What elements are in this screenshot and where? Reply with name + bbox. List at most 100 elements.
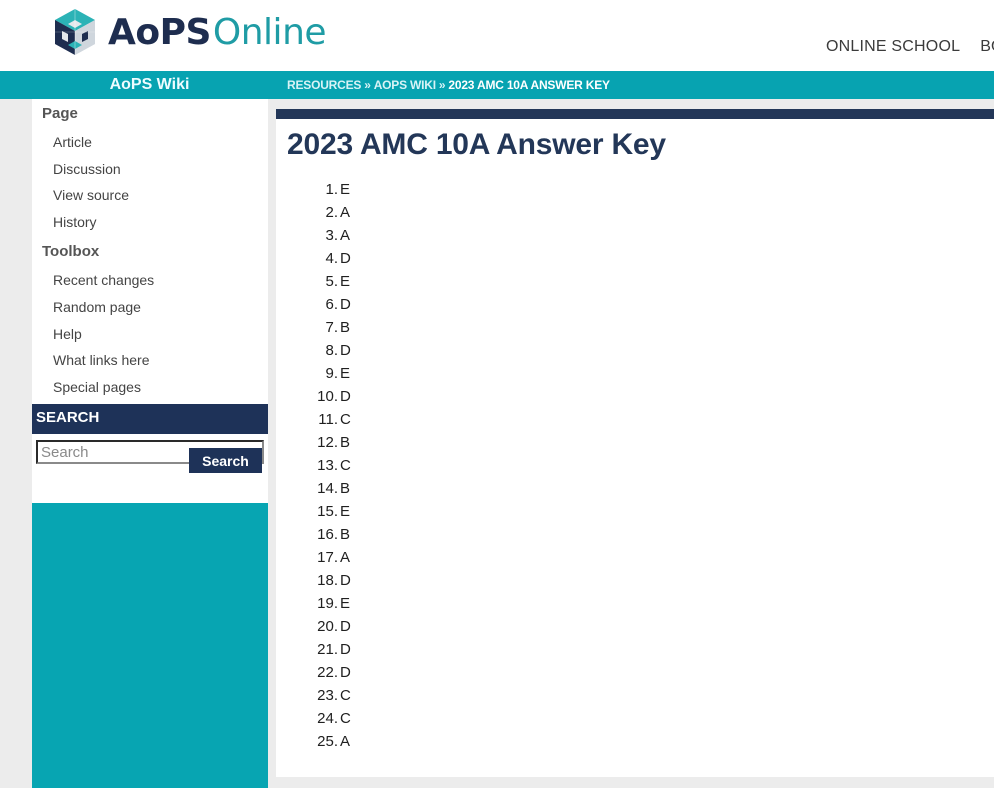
sidebar-item-what-links-here[interactable]: What links here (32, 347, 268, 374)
answer-number: 1. (325, 181, 338, 198)
aops-online-logo[interactable]: AoPSOnline (52, 7, 327, 57)
answer-letter: C (340, 687, 351, 704)
sidebar-item-history[interactable]: History (32, 209, 268, 236)
wiki-title[interactable]: AoPS Wiki (32, 71, 267, 99)
answer-number: 25. (317, 733, 338, 750)
answer-number: 11. (318, 411, 338, 428)
answer-item: 1. E (276, 179, 994, 202)
answer-letter: D (340, 618, 351, 635)
answer-item: 24. C (276, 708, 994, 731)
answer-number: 23. (317, 687, 338, 704)
answer-letter: B (340, 319, 351, 336)
answer-number: 8. (325, 342, 338, 359)
top-nav: ONLINE SCHOOL BOOKSTORE (826, 38, 994, 56)
answer-number: 12. (317, 434, 338, 451)
answer-item: 23. C (276, 685, 994, 708)
answer-letter: B (340, 526, 351, 543)
answer-letter: C (340, 710, 351, 727)
sidebar-item-help[interactable]: Help (32, 321, 268, 348)
answer-item: 7. B (276, 317, 994, 340)
answer-letter: D (340, 641, 351, 658)
answer-number: 19. (317, 595, 338, 612)
answer-number: 18. (317, 572, 338, 589)
nav-online-school[interactable]: ONLINE SCHOOL (826, 38, 960, 56)
search-form: Search (32, 434, 268, 503)
sidebar-item-special-pages[interactable]: Special pages (32, 374, 268, 401)
breadcrumb-separator: » (438, 78, 446, 92)
answer-item: 19. E (276, 593, 994, 616)
answer-item: 18. D (276, 570, 994, 593)
answer-number: 15. (317, 503, 338, 520)
answer-item: 5. E (276, 271, 994, 294)
answer-item: 15. E (276, 501, 994, 524)
sidebar: Page Article Discussion View source Hist… (32, 99, 268, 788)
sidebar-item-article[interactable]: Article (32, 129, 268, 156)
answer-item: 16. B (276, 524, 994, 547)
answer-letter: D (340, 664, 351, 681)
wiki-bar: AoPS Wiki RESOURCES» AOPS WIKI» 2023 AMC 1… (0, 71, 994, 99)
answer-number: 10. (317, 388, 338, 405)
answer-letter: D (340, 342, 351, 359)
breadcrumb-aops-wiki[interactable]: AOPS WIKI (374, 78, 436, 92)
logo-text-online: Online (212, 12, 327, 53)
answer-item: 4. D (276, 248, 994, 271)
answer-number: 7. (325, 319, 338, 336)
site-header: AoPSOnline ONLINE SCHOOL BOOKSTORE (0, 0, 994, 71)
answer-item: 9. E (276, 363, 994, 386)
sidebar-item-recent-changes[interactable]: Recent changes (32, 267, 268, 294)
answer-number: 14. (317, 480, 338, 497)
answer-item: 25. A (276, 731, 994, 754)
answer-letter: B (340, 480, 351, 497)
answer-number: 3. (325, 227, 338, 244)
answer-item: 13. C (276, 455, 994, 478)
answer-letter: D (340, 296, 351, 313)
content-top-border (276, 109, 994, 119)
answer-letter: B (340, 434, 351, 451)
breadcrumb: RESOURCES» AOPS WIKI» 2023 AMC 10A ANSWER … (287, 71, 610, 99)
answer-letter: A (340, 204, 351, 221)
logo-text-aops: AoPS (108, 12, 211, 53)
sidebar-menu: Page Article Discussion View source Hist… (32, 99, 268, 504)
answer-number: 16. (317, 526, 338, 543)
answer-letter: A (340, 227, 351, 244)
sidebar-heading-toolbox: Toolbox (42, 243, 100, 261)
answer-item: 22. D (276, 662, 994, 685)
sidebar-item-view-source[interactable]: View source (32, 182, 268, 209)
answer-letter: D (340, 250, 351, 267)
breadcrumb-current-page[interactable]: 2023 AMC 10A ANSWER KEY (448, 78, 610, 92)
answer-item: 12. B (276, 432, 994, 455)
answer-letter: E (340, 365, 351, 382)
answer-number: 4. (325, 250, 338, 267)
answer-number: 5. (325, 273, 338, 290)
answer-number: 20. (317, 618, 338, 635)
answer-number: 22. (317, 664, 338, 681)
answer-number: 21. (317, 641, 338, 658)
answer-item: 3. A (276, 225, 994, 248)
answer-item: 10. D (276, 386, 994, 409)
answer-number: 6. (325, 296, 338, 313)
answer-letter: A (340, 549, 351, 566)
nav-bookstore[interactable]: BOOKSTORE (980, 38, 994, 56)
search-button[interactable]: Search (189, 448, 262, 474)
search-heading: SEARCH (32, 404, 268, 435)
breadcrumb-resources[interactable]: RESOURCES (287, 78, 361, 92)
breadcrumb-separator: » (364, 78, 371, 92)
answer-number: 9. (325, 365, 338, 382)
answer-item: 17. A (276, 547, 994, 570)
answer-number: 24. (317, 710, 338, 727)
answer-item: 2. A (276, 202, 994, 225)
main-content: 2023 AMC 10A Answer Key 1. E 2. A 3. A 4. D 5. E 6… (276, 109, 994, 777)
answer-letter: D (340, 388, 351, 405)
answer-item: 21. D (276, 639, 994, 662)
answer-letter: E (340, 181, 351, 198)
answer-number: 17. (317, 549, 338, 566)
sidebar-item-random-page[interactable]: Random page (32, 294, 268, 321)
answer-number: 13. (317, 457, 338, 474)
answer-letter: A (340, 733, 351, 750)
sidebar-item-discussion[interactable]: Discussion (32, 156, 268, 183)
answer-list: 1. E 2. A 3. A 4. D 5. E 6. D 7. B 8. D 9. E 10. D 11. C 12. B 1… (276, 179, 994, 754)
answer-item: 8. D (276, 340, 994, 363)
answer-item: 11. C (276, 409, 994, 432)
aops-cube-logo-icon (55, 9, 95, 55)
answer-letter: E (340, 273, 351, 290)
